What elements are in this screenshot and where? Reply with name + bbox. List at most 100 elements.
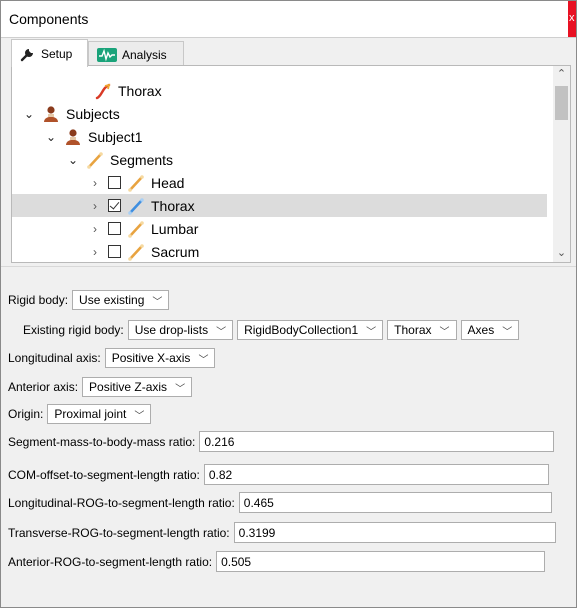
bone-icon: [128, 220, 144, 238]
origin-label: Origin:: [8, 407, 44, 421]
subject-bust-icon: [44, 105, 58, 122]
bone-icon: [128, 197, 144, 215]
segment-mass-ratio-input[interactable]: 0.216: [199, 431, 555, 452]
window-title: Components: [9, 11, 89, 27]
tree-item-label: Thorax: [151, 197, 195, 214]
waveform-icon: [97, 47, 117, 62]
longitudinal-axis-value: Positive X-axis: [111, 351, 191, 365]
tab-setup[interactable]: Setup: [11, 39, 88, 67]
tab-analysis-label: Analysis: [122, 47, 167, 62]
visibility-checkbox[interactable]: [108, 222, 121, 235]
scroll-thumb[interactable]: [555, 86, 568, 120]
transverse-rog-ratio-row: Transverse-ROG-to-segment-length ratio: …: [8, 522, 556, 543]
chevron-down-icon: ﹀: [216, 326, 227, 338]
existing-rigid-body-label: Existing rigid body:: [23, 323, 124, 337]
chevron-down-icon[interactable]: ⌄: [22, 107, 36, 121]
tree-item-subject1[interactable]: ⌄ Subject1: [12, 125, 547, 148]
com-offset-ratio-row: COM-offset-to-segment-length ratio: 0.82: [8, 464, 549, 485]
anterior-rog-ratio-input[interactable]: 0.505: [216, 551, 546, 572]
longitudinal-rog-ratio-input[interactable]: 0.465: [238, 492, 552, 513]
rigid-body-axes-value: Axes: [467, 323, 495, 337]
existing-rigid-body-row: Existing rigid body: Use drop-lists ﹀ Ri…: [23, 320, 520, 340]
rigid-body-segment-value: Thorax: [394, 323, 432, 337]
wrench-icon: [20, 48, 33, 61]
rigid-body-mode-select[interactable]: Use drop-lists ﹀: [127, 320, 234, 340]
tree-item-segments[interactable]: ⌄ Segments: [12, 148, 547, 171]
com-offset-ratio-input[interactable]: 0.82: [203, 464, 549, 485]
title-bar: Components x: [1, 1, 576, 38]
scroll-down-icon[interactable]: ⌄: [553, 245, 570, 262]
tab-analysis[interactable]: Analysis: [88, 41, 184, 67]
rigid-body-segment-select[interactable]: Thorax ﹀: [387, 320, 457, 340]
longitudinal-axis-row: Longitudinal axis: Positive X-axis ﹀: [8, 348, 216, 368]
rigid-body-collection-value: RigidBodyCollection1: [244, 323, 359, 337]
anterior-rog-ratio-row: Anterior-ROG-to-segment-length ratio: 0.…: [8, 551, 546, 572]
close-button[interactable]: x: [568, 1, 576, 37]
chevron-down-icon: ﹀: [439, 326, 450, 338]
anterior-axis-value: Positive Z-axis: [89, 380, 168, 394]
anterior-rog-ratio-label: Anterior-ROG-to-segment-length ratio:: [8, 554, 213, 569]
tree-item-lumbar[interactable]: › Lumbar: [12, 217, 547, 240]
visibility-checkbox[interactable]: [108, 245, 121, 258]
subject-bust-icon: [66, 128, 80, 145]
chevron-down-icon[interactable]: ⌄: [66, 153, 80, 167]
rigid-body-collection-select[interactable]: RigidBodyCollection1 ﹀: [237, 320, 384, 340]
tree-item-label: Sacrum: [151, 243, 200, 260]
tree-scrollbar[interactable]: ⌃ ⌄: [553, 66, 570, 262]
origin-select[interactable]: Proximal joint ﹀: [47, 404, 152, 424]
tree-item-label: Segments: [110, 151, 174, 168]
com-offset-ratio-label: COM-offset-to-segment-length ratio:: [8, 467, 200, 482]
bone-icon: [128, 243, 144, 261]
tree-item-sacrum[interactable]: › Sacrum: [12, 240, 547, 262]
chevron-right-icon[interactable]: ›: [88, 245, 102, 259]
rigid-body-axes-select[interactable]: Axes ﹀: [460, 320, 520, 340]
anterior-axis-select[interactable]: Positive Z-axis ﹀: [82, 377, 193, 397]
transverse-rog-ratio-label: Transverse-ROG-to-segment-length ratio:: [8, 525, 230, 540]
anterior-axis-row: Anterior axis: Positive Z-axis ﹀: [8, 377, 193, 397]
rigid-body-select[interactable]: Use existing ﹀: [72, 290, 170, 310]
rigid-body-label: Rigid body:: [8, 293, 69, 307]
chevron-down-icon: ﹀: [134, 410, 145, 422]
chevron-right-icon[interactable]: ›: [88, 222, 102, 236]
tree-item-thorax[interactable]: › Thorax: [12, 194, 547, 217]
tree-item-label: Head: [151, 174, 185, 191]
chevron-down-icon: ﹀: [502, 326, 513, 338]
tree-item-label: Thorax: [118, 82, 162, 99]
components-window: Components x Setup Analysis Thorax ⌄ Sub…: [0, 0, 577, 608]
visibility-checkbox[interactable]: [108, 199, 121, 212]
visibility-checkbox[interactable]: [108, 176, 121, 189]
longitudinal-axis-label: Longitudinal axis:: [8, 351, 101, 365]
longitudinal-rog-ratio-row: Longitudinal-ROG-to-segment-length ratio…: [8, 492, 552, 513]
scroll-up-icon[interactable]: ⌃: [553, 66, 570, 83]
segment-curve-icon: [95, 83, 111, 99]
rigid-body-mode-value: Use drop-lists: [134, 323, 209, 337]
bone-icon: [128, 174, 144, 192]
rigid-body-value: Use existing: [79, 293, 145, 307]
tree-item-label: Subject1: [88, 128, 143, 145]
chevron-down-icon: ﹀: [366, 326, 377, 338]
segment-mass-ratio-row: Segment-mass-to-body-mass ratio: 0.216: [8, 431, 555, 452]
chevron-right-icon[interactable]: ›: [88, 199, 102, 213]
tab-setup-label: Setup: [41, 46, 73, 61]
chevron-down-icon[interactable]: ⌄: [44, 130, 58, 144]
tree-item-label: Subjects: [66, 105, 120, 122]
tree-item-thorax-model[interactable]: Thorax: [12, 79, 547, 102]
chevron-right-icon[interactable]: ›: [88, 176, 102, 190]
origin-row: Origin: Proximal joint ﹀: [8, 404, 152, 424]
close-icon: x: [569, 12, 575, 24]
panel-divider: [1, 266, 576, 267]
anterior-axis-label: Anterior axis:: [8, 380, 79, 394]
component-tree[interactable]: Thorax ⌄ Subjects ⌄ Subject1 ⌄ Segments …: [11, 65, 571, 263]
tree-item-label: Lumbar: [151, 220, 199, 237]
chevron-down-icon: ﹀: [152, 296, 163, 308]
longitudinal-axis-select[interactable]: Positive X-axis ﹀: [104, 348, 216, 368]
tree-item-subjects[interactable]: ⌄ Subjects: [12, 102, 547, 125]
chevron-down-icon: ﹀: [175, 383, 186, 395]
bone-icon: [87, 151, 103, 169]
origin-value: Proximal joint: [54, 407, 127, 421]
transverse-rog-ratio-input[interactable]: 0.3199: [233, 522, 556, 543]
tree-item-head[interactable]: › Head: [12, 171, 547, 194]
longitudinal-rog-ratio-label: Longitudinal-ROG-to-segment-length ratio…: [8, 495, 235, 510]
segment-mass-ratio-label: Segment-mass-to-body-mass ratio:: [8, 434, 196, 449]
chevron-down-icon: ﹀: [198, 354, 209, 366]
